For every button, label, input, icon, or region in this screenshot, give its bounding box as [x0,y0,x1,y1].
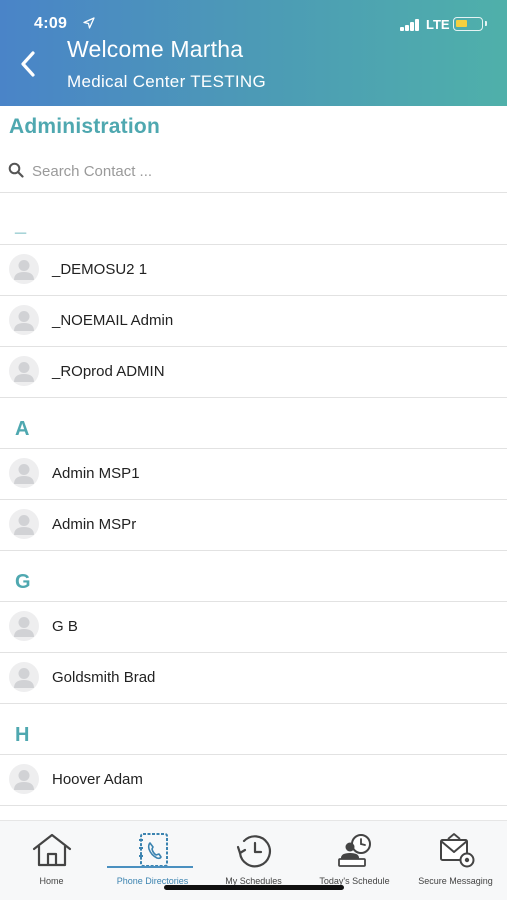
search-icon [8,162,24,178]
contact-row[interactable]: _NOEMAIL Admin [0,296,507,347]
signal-bars-icon [400,19,422,31]
contact-row[interactable]: Hoover Adam [0,755,507,806]
page-title: Welcome Martha [67,36,244,62]
avatar-placeholder-icon [9,764,39,794]
chevron-left-icon [21,51,35,77]
schedule-person-icon [337,834,371,867]
search-input[interactable] [32,158,492,184]
page-subtitle: Medical Center TESTING [67,72,267,91]
back-button[interactable] [14,48,44,80]
tab-home[interactable]: Home [1,821,102,891]
letter-header: _ [0,194,507,245]
letter-header: G [0,551,507,602]
avatar-placeholder-icon [9,509,39,539]
contact-row[interactable]: G B [0,602,507,653]
contact-row[interactable]: _ROprod ADMIN [0,347,507,398]
contact-name: _DEMOSU2 1 [52,261,148,278]
tab-secure-messaging-label: Secure Messaging [418,876,493,886]
search-bar [0,152,507,193]
letter-header-label: _ [15,214,27,236]
contact-name: Goldsmith Brad [52,669,156,686]
letter-header-label: G [15,571,31,593]
contact-name: Hoover Adam [52,771,143,788]
avatar-placeholder-icon [9,611,39,641]
tab-secure-messaging[interactable]: Secure Messaging [405,821,506,891]
avatar-placeholder-icon [9,356,39,386]
avatar-placeholder-icon [9,254,39,284]
avatar-placeholder-icon [9,662,39,692]
letter-header: H [0,704,507,755]
tab-home-label: Home [39,876,64,886]
avatar-placeholder-icon [9,458,39,488]
home-icon [32,833,71,867]
battery-icon [453,17,483,31]
phone-directory-icon [138,833,168,867]
network-type: LTE [426,17,450,32]
contact-row[interactable]: Admin MSP1 [0,449,507,500]
letter-header-label: A [15,418,30,440]
contact-name: _NOEMAIL Admin [52,312,174,329]
contact-name: _ROprod ADMIN [52,363,165,380]
status-time: 4:09 [34,15,68,32]
contact-name: G B [52,618,78,635]
battery-tip [485,21,487,26]
contact-list: _ _DEMOSU2 1 _NOEMAIL Admin _ROprod ADMI… [0,194,507,820]
contact-name: Admin MSP1 [52,465,140,482]
tab-phone-directories[interactable]: Phone Directories [102,821,203,891]
contact-row[interactable]: _DEMOSU2 1 [0,245,507,296]
letter-header-label: H [15,724,30,746]
location-arrow-icon [83,17,95,29]
app-header: 4:09 LTE Welcome Martha Medical Center T… [0,0,507,106]
home-indicator [164,885,344,890]
avatar-placeholder-icon [9,305,39,335]
secure-mail-icon [439,833,474,868]
contact-name: Admin MSPr [52,516,137,533]
clock-history-icon [236,835,271,868]
contact-row[interactable]: Goldsmith Brad [0,653,507,704]
contact-row[interactable]: Admin MSPr [0,500,507,551]
letter-header: A [0,398,507,449]
tab-todays-schedule[interactable]: Today's Schedule [304,821,405,891]
section-title: Administration [9,115,160,138]
tab-my-schedules[interactable]: My Schedules [203,821,304,891]
active-tab-indicator [107,866,193,868]
status-bar: 4:09 LTE [0,0,507,34]
